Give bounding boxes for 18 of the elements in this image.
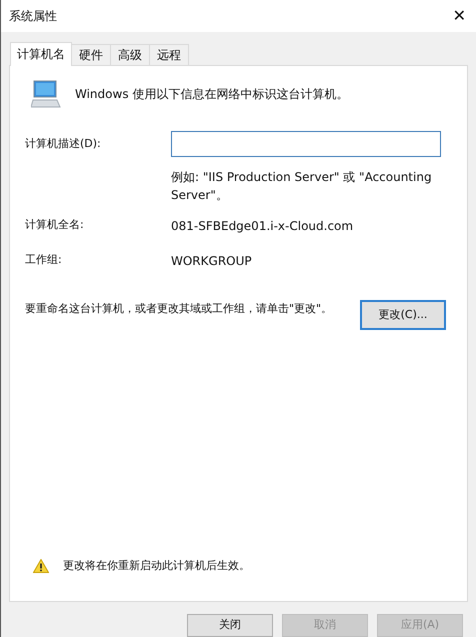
- full-name-label: 计算机全名:: [25, 216, 85, 233]
- description-label: 计算机描述(D):: [25, 136, 102, 152]
- tab[interactable]: 远程: [149, 44, 189, 65]
- close-button[interactable]: ✕: [452, 8, 466, 24]
- workgroup-value: WORKGROUP: [171, 252, 252, 270]
- full-name-value: 081-SFBEdge01.i-x-Cloud.com: [171, 218, 354, 235]
- window-title: 系统属性: [9, 8, 57, 25]
- intro-text: Windows 使用以下信息在网络中标识这台计算机。: [75, 86, 348, 103]
- rename-instructions: 要重命名这台计算机，或者更改其域或工作组，请单击"更改"。: [25, 300, 334, 317]
- example-hint: 例如: "IIS Production Server" 或 "Accounting Server"。: [171, 168, 433, 204]
- warning-icon: [33, 558, 49, 573]
- dialog-button[interactable]: 关闭: [187, 614, 273, 637]
- tab[interactable]: 计算机名: [10, 42, 72, 66]
- change-button[interactable]: 更改(C)...: [360, 300, 446, 330]
- workgroup-label: 工作组:: [25, 252, 63, 268]
- computer-icon: [31, 80, 61, 108]
- restart-warning: 更改将在你重新启动此计算机后生效。: [63, 558, 250, 574]
- description-field[interactable]: [171, 130, 441, 157]
